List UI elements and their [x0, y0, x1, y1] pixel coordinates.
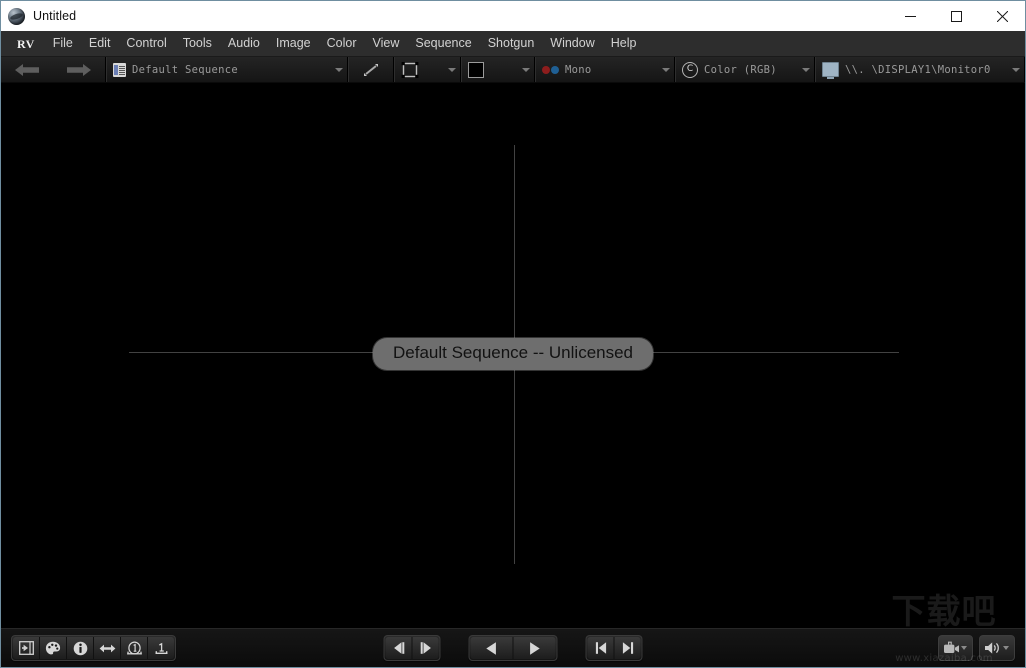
- step-backward-icon: [393, 642, 404, 654]
- menubar: RV File Edit Control Tools Audio Image C…: [1, 31, 1025, 57]
- background-color-selector[interactable]: [462, 57, 534, 82]
- menu-window[interactable]: Window: [542, 34, 602, 53]
- toggle-panel-button[interactable]: [13, 637, 40, 659]
- resize-diagonal-icon: [364, 63, 378, 76]
- play-reverse-icon: [486, 641, 496, 655]
- chevron-down-icon: [662, 67, 670, 72]
- right-tool-cluster: [938, 635, 1015, 661]
- stereo-group: Mono: [535, 57, 675, 82]
- jump-cluster: [585, 635, 643, 661]
- forward-arrow-icon: [67, 63, 91, 76]
- bidirectional-arrow-icon: [99, 644, 115, 652]
- display-device-selector[interactable]: \\. \DISPLAY1\Monitor0: [816, 57, 1024, 82]
- bottom-toolbar: 下载吧 www.xiazaiba.com: [1, 595, 1025, 667]
- sequence-document-icon: [113, 62, 126, 77]
- minimize-button[interactable]: [887, 1, 933, 31]
- step-back-button[interactable]: [385, 637, 413, 659]
- menu-image[interactable]: Image: [268, 34, 319, 53]
- chevron-down-icon: [448, 67, 456, 72]
- window-title: Untitled: [33, 9, 77, 23]
- chevron-down-icon: [522, 67, 530, 72]
- menu-help[interactable]: Help: [603, 34, 645, 53]
- play-forward-button[interactable]: [513, 637, 556, 659]
- frame-group: [394, 57, 461, 82]
- resize-group: [348, 57, 394, 82]
- frame-selector[interactable]: [395, 57, 460, 82]
- monitor-icon: [822, 62, 839, 79]
- one-with-bar-icon: [155, 642, 167, 654]
- info-button[interactable]: [67, 637, 94, 659]
- menu-file[interactable]: File: [45, 34, 81, 53]
- menu-color[interactable]: Color: [319, 34, 365, 53]
- play-reverse-button[interactable]: [470, 637, 514, 659]
- step-forward-icon: [420, 642, 431, 654]
- chevron-down-icon: [802, 67, 810, 72]
- back-button[interactable]: [1, 57, 53, 82]
- transport-controls: [383, 635, 643, 661]
- navigation-group: [1, 57, 106, 82]
- color-space-selector[interactable]: C Color (RGB): [676, 57, 814, 82]
- forward-button[interactable]: [53, 57, 105, 82]
- swap-button[interactable]: [94, 637, 121, 659]
- menu-edit[interactable]: Edit: [81, 34, 119, 53]
- panel-toggle-icon: [18, 641, 34, 655]
- sequence-selector[interactable]: Default Sequence: [107, 57, 347, 82]
- color-c-icon: C: [682, 61, 698, 78]
- play-forward-icon: [530, 641, 540, 655]
- background-swatch: [468, 61, 484, 78]
- background-group: [461, 57, 535, 82]
- color-group: C Color (RGB): [675, 57, 815, 82]
- color-palette-icon: [45, 641, 61, 654]
- info-circle-icon: [73, 641, 87, 655]
- viewport-status-label: Default Sequence -- Unlicensed: [372, 338, 654, 370]
- menu-control[interactable]: Control: [118, 34, 174, 53]
- menu-shotgun[interactable]: Shotgun: [480, 34, 543, 53]
- left-tool-cluster: [11, 635, 176, 661]
- go-to-start-button[interactable]: [587, 637, 615, 659]
- range-one-button[interactable]: [148, 637, 174, 659]
- skip-to-start-icon: [595, 642, 606, 654]
- menu-rv[interactable]: RV: [9, 35, 45, 53]
- color-palette-button[interactable]: [40, 637, 67, 659]
- menu-sequence[interactable]: Sequence: [407, 34, 479, 53]
- menu-tools[interactable]: Tools: [175, 34, 220, 53]
- rv-globe-icon: [8, 7, 25, 25]
- window-controls: [887, 1, 1025, 31]
- close-button[interactable]: [979, 1, 1025, 31]
- titlebar-left: Untitled: [1, 7, 77, 25]
- chevron-down-icon: [335, 67, 343, 72]
- circled-one-icon: [126, 640, 142, 655]
- maximize-button[interactable]: [933, 1, 979, 31]
- volume-button[interactable]: [979, 635, 1015, 661]
- display-device-label: \\. \DISPLAY1\Monitor0: [845, 63, 991, 76]
- color-space-label: Color (RGB): [704, 63, 777, 76]
- sequence-group: Default Sequence: [106, 57, 348, 82]
- step-cluster: [383, 635, 441, 661]
- rv-application-window: Untitled RV File Edit Control Tools Audi…: [0, 0, 1026, 668]
- sequence-label: Default Sequence: [132, 63, 238, 76]
- play-cluster: [468, 635, 558, 661]
- step-forward-button[interactable]: [412, 637, 439, 659]
- chevron-down-icon: [1012, 67, 1020, 72]
- chevron-down-icon: [961, 646, 967, 650]
- window-titlebar: Untitled: [1, 1, 1025, 31]
- menu-audio[interactable]: Audio: [220, 34, 268, 53]
- speaker-volume-icon: [985, 642, 999, 654]
- chevron-down-icon: [1003, 646, 1009, 650]
- menu-view[interactable]: View: [365, 34, 408, 53]
- main-toolbar: Default Sequence Mono C Color (RGB) \\. …: [1, 57, 1025, 83]
- video-device-button[interactable]: [938, 635, 973, 661]
- stereo-mode-selector[interactable]: Mono: [536, 57, 674, 82]
- frame-number-button[interactable]: [121, 637, 148, 659]
- go-to-end-button[interactable]: [614, 637, 641, 659]
- skip-to-end-icon: [622, 642, 633, 654]
- video-camera-icon: [944, 641, 959, 653]
- stereo-mode-label: Mono: [565, 63, 592, 76]
- display-group: \\. \DISPLAY1\Monitor0: [815, 57, 1025, 82]
- image-viewport[interactable]: Default Sequence -- Unlicensed: [1, 83, 1025, 628]
- back-arrow-icon: [15, 63, 39, 76]
- anaglyph-dots-icon: [542, 65, 559, 74]
- resize-button[interactable]: [349, 57, 393, 82]
- frame-fit-icon: [401, 61, 419, 78]
